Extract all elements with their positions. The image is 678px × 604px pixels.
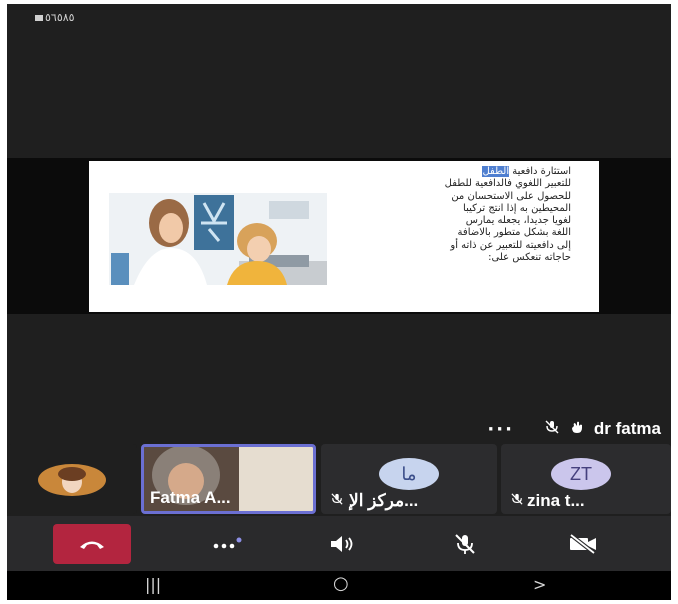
slide-line: للتعبير اللغوي فالدافعية للطفل [444, 178, 571, 190]
more-options-button[interactable] [203, 524, 253, 564]
participant-strip: Fatma A... ما مركز الإ... ZT zina t... [7, 442, 671, 516]
status-bar: ٥٦٥٨٥ [7, 4, 671, 32]
slide-text: استثارة دافعية الطفل للتعبير اللغوي فالد… [341, 166, 571, 264]
slide-highlight: الطفل [482, 166, 510, 177]
participant-label-row: zina t... [511, 491, 585, 511]
participant-tile[interactable]: ZT zina t... [501, 444, 671, 514]
slide-line: لغويا جديدا، يجعله يمارس [465, 215, 571, 227]
participant-avatar: ZT [551, 458, 611, 490]
participant-label-row: مركز الإ... [331, 491, 418, 511]
slide-line: حاجاته تنعكس على: [488, 252, 571, 264]
shared-screen[interactable]: استثارة دافعية الطفل للتعبير اللغوي فالد… [7, 158, 671, 314]
more-options-icon [213, 537, 242, 549]
call-controls [7, 516, 671, 571]
participant-name: zina t... [527, 491, 585, 510]
mic-off-icon [455, 534, 475, 554]
participant-name: مركز الإ... [349, 491, 419, 510]
phone-hangup-icon [80, 541, 104, 549]
participant-tile[interactable] [7, 444, 137, 514]
slide-line: للحصول على الاستحسان من [451, 190, 571, 202]
mic-off-small-icon [331, 493, 343, 509]
participant-tile-active[interactable]: Fatma A... [141, 444, 316, 514]
speaker-name: dr fatma [593, 419, 661, 438]
home-button[interactable]: ○ [333, 573, 349, 594]
camera-off-icon [569, 534, 596, 554]
participant-avatar: ما [379, 458, 439, 490]
camera-button[interactable] [559, 524, 607, 564]
meeting-screen: ٥٦٥٨٥ استثارة دافعية الطفل للتعبير اللغو… [7, 4, 671, 600]
participant-avatar [38, 464, 106, 496]
slide-line: اللغة بشكل متطور بالاضافة [457, 227, 571, 239]
slide-line: المحيطين به إذا انتج تركيبا [463, 202, 571, 214]
participant-tile[interactable]: ما مركز الإ... [321, 444, 497, 514]
recents-button[interactable]: ||| [145, 575, 161, 594]
back-button[interactable]: > [533, 575, 546, 594]
slide-line: إلى دافعيته للتعبير عن ذاته أو [450, 239, 571, 251]
slide-photo [109, 193, 327, 285]
speaker-button[interactable] [321, 524, 365, 564]
mic-button[interactable] [443, 524, 487, 564]
speaker-more-icon[interactable]: ··· [487, 419, 514, 440]
mic-off-small-icon [544, 420, 560, 438]
status-text: ٥٦٥٨٥ [45, 11, 75, 24]
raised-hand-icon [570, 420, 584, 438]
mic-off-small-icon [511, 493, 523, 509]
hangup-button[interactable] [53, 524, 131, 564]
slide-line: استثارة دافعية الطفل [482, 166, 571, 177]
presentation-slide: استثارة دافعية الطفل للتعبير اللغوي فالد… [89, 161, 599, 312]
participant-name: Fatma A... [150, 488, 231, 507]
speaker-icon [331, 536, 353, 552]
signal-icon [35, 15, 43, 21]
active-speaker-bar: ··· dr fatma [487, 418, 661, 440]
android-nav-bar: ||| ○ > [7, 571, 671, 600]
